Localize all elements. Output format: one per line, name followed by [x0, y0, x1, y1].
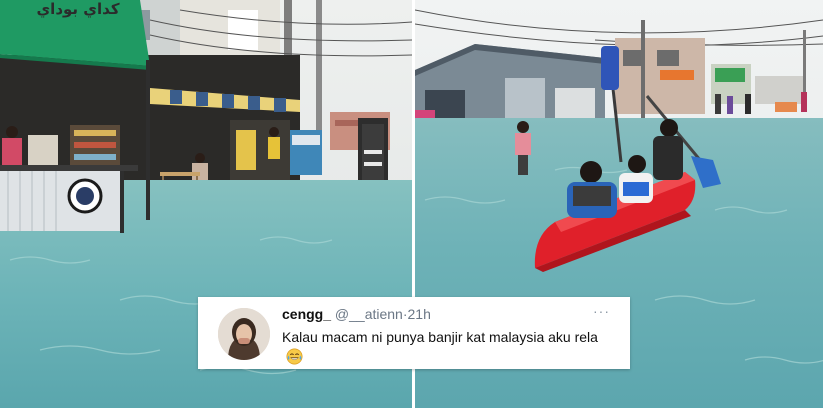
display-name[interactable]: cengg_: [282, 306, 331, 322]
avatar-image: [218, 308, 270, 360]
tweet-card: cengg_ @__atienn·21h ··· Kalau macam ni …: [198, 297, 630, 369]
tweet-body: Kalau macam ni punya banjir kat malaysia…: [282, 329, 598, 345]
avatar[interactable]: [218, 308, 270, 360]
more-options-icon[interactable]: ···: [593, 303, 610, 319]
tweet-text: Kalau macam ni punya banjir kat malaysia…: [282, 327, 612, 367]
face-with-tears-of-joy-icon: [286, 348, 303, 365]
stall-sign: كداي بوداي: [36, 0, 119, 19]
tweet-timestamp[interactable]: 21h: [408, 306, 431, 322]
tweet-header: cengg_ @__atienn·21h: [282, 306, 431, 322]
user-handle[interactable]: @__atienn: [335, 306, 403, 322]
